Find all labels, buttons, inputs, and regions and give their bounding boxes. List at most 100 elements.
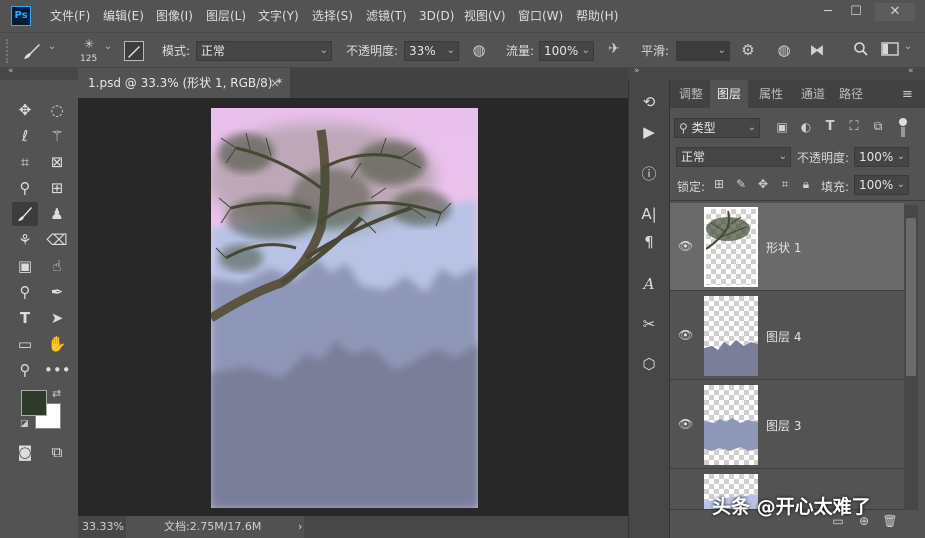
document-tab[interactable]: 1.psd @ 33.3% (形状 1, RGB/8) * × — [78, 68, 290, 98]
filter-pixel-icon[interactable]: ▣ — [774, 120, 790, 134]
lasso-tool-icon[interactable]: ℓ — [12, 124, 38, 148]
status-menu-arrow[interactable]: › — [298, 516, 302, 538]
zoom-tool-icon[interactable]: ⚲ — [12, 358, 38, 382]
tab-properties[interactable]: 属性 — [752, 80, 790, 108]
tool-presets-icon[interactable]: ✂ — [634, 312, 664, 336]
menu-window[interactable]: 窗口(W) — [518, 0, 563, 32]
info-icon[interactable]: ⓘ — [634, 162, 664, 186]
layer-opacity-input[interactable]: 100% ⌄ — [854, 147, 909, 167]
menu-layer[interactable]: 图层(L) — [206, 0, 246, 32]
menu-filter[interactable]: 滤镜(T) — [366, 0, 407, 32]
screen-mode-icon[interactable]: ⧉ — [44, 440, 70, 464]
blend-mode-select[interactable]: 正常 ⌄ — [676, 147, 791, 167]
more-tools-icon[interactable]: ••• — [44, 358, 71, 382]
chevron-down-icon[interactable]: ⌄ — [48, 41, 56, 52]
magic-wand-tool-icon[interactable]: ⚚ — [44, 124, 70, 148]
menu-type[interactable]: 文字(Y) — [258, 0, 299, 32]
maximize-button[interactable]: ☐ — [843, 3, 869, 21]
tab-adjustments[interactable]: 调整 — [672, 80, 710, 108]
search-icon[interactable] — [851, 41, 871, 61]
brush-tip-icon[interactable]: ✳ — [78, 37, 100, 53]
panel-menu-icon[interactable]: ≡ — [902, 87, 913, 102]
filter-type-icon[interactable]: T — [822, 119, 838, 134]
menu-file[interactable]: 文件(F) — [50, 0, 90, 32]
layer-row[interactable]: 👁︎ 形状 1 — [670, 203, 904, 291]
menu-select[interactable]: 选择(S) — [312, 0, 353, 32]
filter-smart-object-icon[interactable]: ⧉ — [870, 119, 886, 134]
menu-view[interactable]: 视图(V) — [464, 0, 506, 32]
layer-filter-select[interactable]: ⚲ 类型 ⌄ — [674, 118, 760, 138]
hand-tool-icon[interactable]: ✋ — [44, 332, 70, 356]
filter-adjustment-icon[interactable]: ◐ — [798, 120, 814, 134]
frame-tool-icon[interactable]: ⊠ — [44, 150, 70, 174]
lock-position-icon[interactable]: ✥ — [756, 177, 770, 191]
lock-pixels-icon[interactable]: ✎ — [734, 177, 748, 191]
trash-icon[interactable]: 🗑︎ — [882, 514, 898, 528]
history-icon[interactable]: ⟲ — [634, 90, 664, 114]
eyedropper-tool-icon[interactable]: ⚲ — [12, 176, 38, 200]
eye-icon[interactable]: 👁︎ — [678, 417, 696, 431]
pressure-size-icon[interactable]: ◍ — [774, 41, 794, 61]
layers-scrollbar-thumb[interactable] — [906, 218, 916, 376]
grip-handle[interactable] — [6, 39, 10, 63]
path-select-tool-icon[interactable]: ➤ — [44, 306, 70, 330]
spot-heal-tool-icon[interactable]: ⊞ — [44, 176, 70, 200]
close-button[interactable]: ✕ — [875, 3, 915, 21]
document-canvas[interactable] — [211, 108, 478, 508]
close-tab-icon[interactable]: × — [270, 68, 280, 98]
lock-transparent-icon[interactable]: ⊞ — [712, 177, 726, 191]
minimize-button[interactable]: ─ — [815, 3, 841, 21]
tab-layers[interactable]: 图层 — [710, 80, 748, 108]
glyphs-icon[interactable]: A — [634, 272, 664, 296]
crop-tool-icon[interactable]: ⌗ — [12, 150, 38, 174]
menu-edit[interactable]: 编辑(E) — [103, 0, 144, 32]
eraser-tool-icon[interactable]: ⌫ — [44, 228, 70, 252]
flow-input[interactable]: 100% ⌄ — [539, 41, 594, 61]
layer-row[interactable]: 👁︎ 图层 3 — [670, 381, 904, 469]
fill-input[interactable]: 100% ⌄ — [854, 175, 909, 195]
symmetry-butterfly-icon[interactable]: ⧓ — [806, 41, 828, 61]
paragraph-icon[interactable]: ¶ — [634, 230, 664, 254]
blur-tool-icon[interactable]: ☝ — [44, 254, 70, 278]
lock-all-icon[interactable]: 🔒︎ — [799, 177, 813, 192]
move-tool-icon[interactable]: ✥ — [12, 98, 38, 122]
character-icon[interactable]: A| — [634, 202, 664, 226]
swap-colors-icon[interactable]: ⇄ — [52, 387, 61, 400]
brush-tool-icon[interactable] — [12, 202, 38, 226]
marquee-tool-icon[interactable]: ◌ — [44, 98, 70, 122]
foreground-color-swatch[interactable] — [21, 390, 47, 416]
expand-arrows-icon[interactable]: » — [634, 66, 640, 76]
mode-select[interactable]: 正常 ⌄ — [196, 41, 332, 61]
rectangle-tool-icon[interactable]: ▭ — [12, 332, 38, 356]
gear-icon[interactable]: ⚙ — [738, 41, 758, 61]
tab-paths[interactable]: 路径 — [832, 80, 870, 108]
pen-tool-icon[interactable]: ✒ — [44, 280, 70, 304]
brush-preset-icon[interactable] — [20, 39, 44, 63]
menu-3d[interactable]: 3D(D) — [419, 0, 454, 32]
3d-cube-icon[interactable]: ⬡ — [634, 352, 664, 376]
lock-artboard-icon[interactable]: ⌗ — [778, 177, 792, 192]
opacity-input[interactable]: 33% ⌄ — [404, 41, 459, 61]
tab-channels[interactable]: 通道 — [794, 80, 832, 108]
gradient-tool-icon[interactable]: ▣ — [12, 254, 38, 278]
smooth-input[interactable]: ⌄ — [676, 41, 730, 61]
menu-image[interactable]: 图像(I) — [156, 0, 193, 32]
actions-play-icon[interactable]: ▶ — [634, 120, 664, 144]
history-brush-tool-icon[interactable]: ⚘ — [12, 228, 38, 252]
menu-help[interactable]: 帮助(H) — [576, 0, 618, 32]
brush-panel-icon[interactable] — [124, 41, 144, 61]
quick-mask-icon[interactable]: ◙ — [12, 440, 38, 464]
pressure-opacity-icon[interactable]: ◍ — [469, 41, 489, 61]
eye-icon[interactable]: 👁︎ — [678, 239, 696, 253]
zoom-level[interactable]: 33.33% — [82, 516, 124, 538]
workspace-icon[interactable] — [880, 41, 900, 59]
airbrush-icon[interactable]: ✈ — [604, 41, 624, 61]
filter-shape-icon[interactable]: ⛶ — [846, 119, 862, 134]
dodge-tool-icon[interactable]: ⚲ — [12, 280, 38, 304]
filter-toggle[interactable] — [898, 118, 908, 138]
eye-icon[interactable]: 👁︎ — [678, 328, 696, 342]
collapse-arrows-icon[interactable]: « — [8, 66, 14, 76]
type-tool-icon[interactable]: T — [12, 306, 38, 330]
chevron-down-icon[interactable]: ⌄ — [104, 41, 112, 52]
clone-stamp-tool-icon[interactable]: ♟ — [44, 202, 70, 226]
